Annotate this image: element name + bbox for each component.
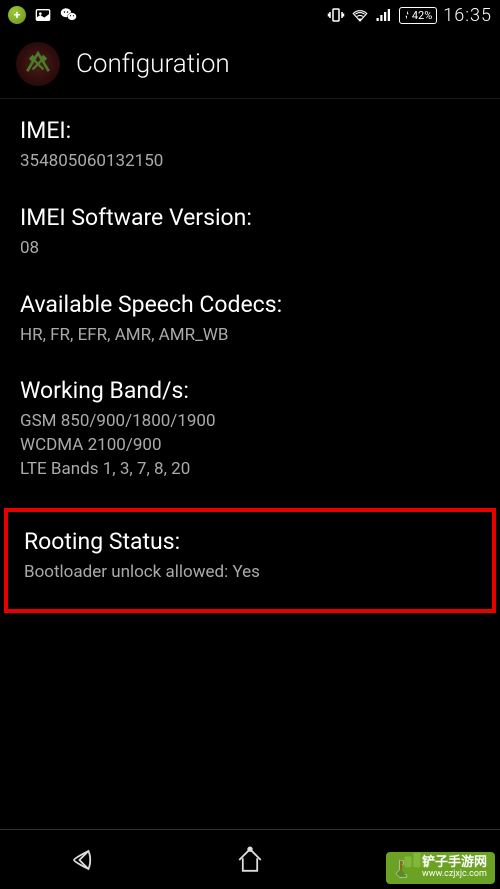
bands-line1: GSM 850/900/1800/1900 bbox=[20, 410, 480, 434]
shovel-icon bbox=[394, 857, 416, 879]
content-area: IMEI: 354805060132150 IMEI Software Vers… bbox=[0, 99, 500, 631]
signal-icon bbox=[375, 6, 393, 24]
rooting-value: Bootloader unlock allowed: Yes bbox=[24, 561, 476, 585]
imei-title: IMEI: bbox=[20, 117, 480, 144]
bands-line3: LTE Bands 1, 3, 7, 8, 20 bbox=[20, 458, 480, 482]
clock: 16:35 bbox=[443, 5, 492, 26]
vibrate-icon bbox=[327, 6, 345, 24]
imei-value: 354805060132150 bbox=[20, 150, 480, 174]
app-notification-icon bbox=[8, 6, 26, 24]
rooting-highlight: Rooting Status: Bootloader unlock allowe… bbox=[4, 508, 496, 613]
status-left bbox=[8, 6, 327, 24]
watermark: 铲子手游网 www.czjxjc.com bbox=[386, 852, 495, 884]
bands-section: Working Band/s: GSM 850/900/1800/1900 WC… bbox=[20, 377, 480, 481]
battery-percent: 42% bbox=[412, 9, 432, 22]
gallery-notification-icon bbox=[34, 6, 52, 24]
wechat-notification-icon bbox=[60, 6, 78, 24]
watermark-text: 铲子手游网 www.czjxjc.com bbox=[422, 856, 487, 880]
watermark-main: 铲子手游网 bbox=[422, 856, 487, 870]
status-bar: 42% 16:35 bbox=[0, 0, 500, 30]
page-title: Configuration bbox=[76, 49, 230, 79]
back-button[interactable] bbox=[43, 835, 123, 885]
speech-codecs-section: Available Speech Codecs: HR, FR, EFR, AM… bbox=[20, 291, 480, 348]
speech-codecs-title: Available Speech Codecs: bbox=[20, 291, 480, 318]
app-icon bbox=[16, 42, 60, 86]
speech-codecs-value: HR, FR, EFR, AMR, AMR_WB bbox=[20, 324, 480, 348]
imei-sw-section: IMEI Software Version: 08 bbox=[20, 204, 480, 261]
status-right: 42% 16:35 bbox=[327, 5, 492, 26]
bands-title: Working Band/s: bbox=[20, 377, 480, 404]
bands-line2: WCDMA 2100/900 bbox=[20, 434, 480, 458]
imei-section: IMEI: 354805060132150 bbox=[20, 117, 480, 174]
rooting-title: Rooting Status: bbox=[24, 528, 476, 555]
battery-indicator: 42% bbox=[399, 7, 437, 24]
imei-sw-title: IMEI Software Version: bbox=[20, 204, 480, 231]
app-header: Configuration bbox=[0, 30, 500, 99]
bands-value: GSM 850/900/1800/1900 WCDMA 2100/900 LTE… bbox=[20, 410, 480, 481]
home-button[interactable] bbox=[210, 835, 290, 885]
watermark-sub: www.czjxjc.com bbox=[422, 870, 487, 880]
imei-sw-value: 08 bbox=[20, 237, 480, 261]
wifi-icon bbox=[351, 6, 369, 24]
